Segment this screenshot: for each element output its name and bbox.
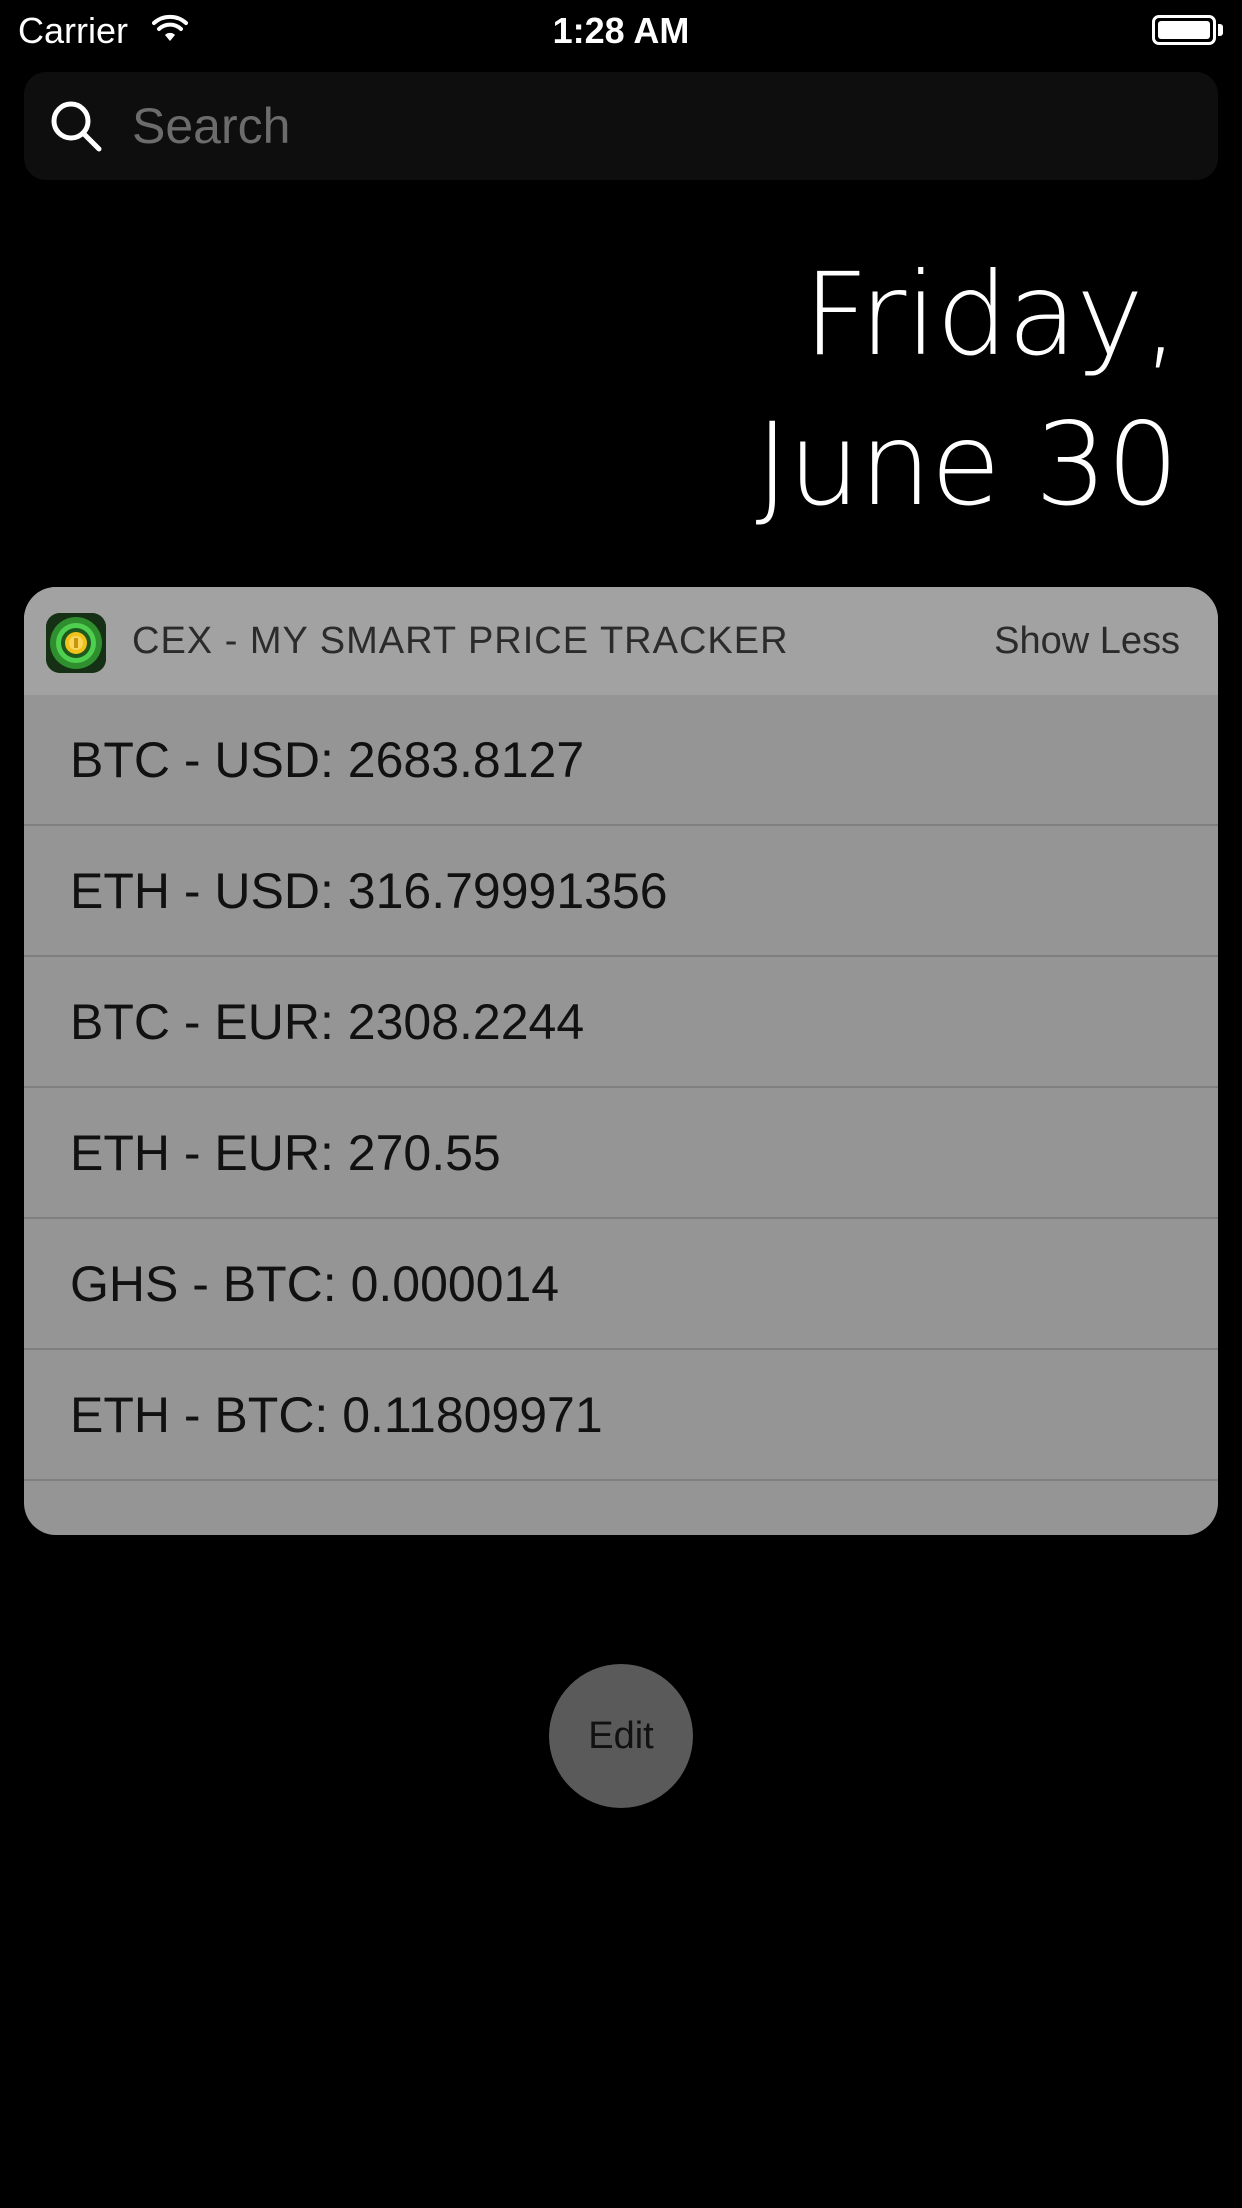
battery-cap [1218,24,1223,36]
status-time: 1:28 AM [552,10,690,51]
date-weekday: Friday, [803,248,1179,381]
list-item[interactable]: GHS - BTC: 0.000014 [24,1219,1218,1350]
date-display: Friday, June 30 [755,240,1179,540]
list-item[interactable]: BTC - EUR: 2308.2244 [24,957,1218,1088]
list-item[interactable]: ETH - EUR: 270.55 [24,1088,1218,1219]
price-text: BTC - EUR: 2308.2244 [70,994,585,1050]
price-text: ETH - BTC: 0.11809971 [70,1387,603,1443]
search-bar[interactable] [24,72,1218,180]
price-tracker-widget[interactable]: CEX - MY SMART PRICE TRACKER Show Less B… [24,587,1218,1535]
price-text: ETH - USD: 316.79991356 [70,863,668,919]
list-item[interactable]: BTC - USD: 2683.8127 [24,695,1218,826]
battery-fill [1158,21,1210,39]
status-bar: Carrier 1:28 AM [0,0,1242,62]
app-logo-graphic [46,613,106,673]
price-text: BTC - USD: 2683.8127 [70,732,585,788]
price-text: ETH - EUR: 270.55 [70,1125,501,1181]
app-icon [46,613,106,673]
edit-button[interactable]: Edit [549,1664,693,1808]
list-item[interactable]: ETH - USD: 316.79991356 [24,826,1218,957]
battery-icon [1152,15,1216,45]
price-text: GHS - BTC: 0.000014 [70,1256,560,1312]
widget-header: CEX - MY SMART PRICE TRACKER Show Less [24,587,1218,695]
show-less-button[interactable]: Show Less [994,617,1180,665]
price-list: BTC - USD: 2683.8127 ETH - USD: 316.7999… [24,695,1218,1481]
search-icon [51,101,102,152]
search-input[interactable] [132,72,1192,180]
date-month-day: June 30 [755,398,1179,531]
list-item[interactable]: ETH - BTC: 0.11809971 [24,1350,1218,1481]
widget-app-name: CEX - MY SMART PRICE TRACKER [132,620,789,662]
